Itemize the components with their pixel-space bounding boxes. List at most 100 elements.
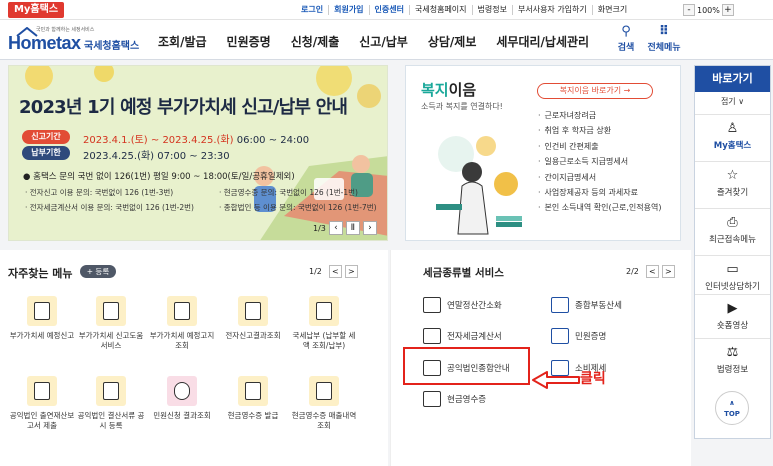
frequent-item[interactable]: 민원신청 결과조회 <box>148 376 216 421</box>
frequent-menu-panel: 자주찾는 메뉴 + 등록 1/2 < > 부가가치세 예정신고 부가가치세 신고… <box>0 250 388 466</box>
frequent-item[interactable]: 현금영수증 발급 <box>219 376 287 421</box>
welfare-item[interactable]: 인건비 간편제출 <box>538 141 661 156</box>
welfare-shortcut-button[interactable]: 복지이음 바로가기 → <box>537 83 653 99</box>
welfare-item[interactable]: 본인 소득내역 확인(근로,인적용역) <box>538 202 662 217</box>
signup-link[interactable]: 회원가입 <box>328 5 368 15</box>
star-icon: ☆ <box>726 168 739 183</box>
frequent-item-label: 부가가치세 예정고지 조회 <box>149 331 215 350</box>
quick-item-video[interactable]: ▶ 숏폼영상 <box>695 294 770 338</box>
tax-item-e-tax-invoice[interactable]: 전자세금계산서 <box>423 328 502 344</box>
quick-item-favorites[interactable]: ☆ 즐겨찾기 <box>695 161 770 207</box>
tax-item-label: 민원증명 <box>575 332 607 342</box>
frequent-item-label: 전자신고결과조회 <box>225 331 281 340</box>
tax-item-label: 전자세금계산서 <box>447 332 502 342</box>
chat-icon: ▭ <box>726 262 739 277</box>
tax-prev-button[interactable]: < <box>645 265 659 278</box>
receipt-icon <box>423 391 441 407</box>
payment-deadline-value: 2023.4.25.(화) 07:00 ~ 23:30 <box>83 151 230 162</box>
tax-item-civil-certificate[interactable]: 민원증명 <box>551 328 606 344</box>
tax-item-comprehensive-real-estate[interactable]: 종합부동산세 <box>551 297 622 313</box>
filing-period-hours: 06:00 ~ 24:00 <box>236 135 310 146</box>
frequent-item[interactable]: 현금영수증 매출내역 조회 <box>290 376 358 431</box>
tax-page: 2/2 <box>626 267 639 276</box>
quick-item-label: 숏폼영상 <box>716 321 749 331</box>
search-icon: ⚲ <box>621 24 631 39</box>
tax-item-year-end-settlement[interactable]: 연말정산간소화 <box>423 297 502 313</box>
quick-fold-button[interactable]: 접기 ∨ <box>695 96 770 107</box>
quick-item-label: My홈택스 <box>713 141 752 151</box>
welfare-item[interactable]: 근로자녀장려금 <box>538 110 661 125</box>
nav-report-pay[interactable]: 신고/납부 <box>359 33 408 50</box>
zoom-in-button[interactable]: + <box>721 4 734 16</box>
login-link[interactable]: 로그인 <box>296 5 328 15</box>
nav-consult-report[interactable]: 상담/제보 <box>428 33 477 50</box>
dept-user-signup-link[interactable]: 부서사용자 가입하기 <box>511 5 592 15</box>
my-hometax-button[interactable]: My홈택스 <box>8 2 64 18</box>
sales-history-icon <box>309 376 339 406</box>
welfare-item[interactable]: 일용근로소득 지급명세서 <box>538 156 661 171</box>
top-label: TOP <box>724 410 740 418</box>
filing-period-dates: 2023.4.1.(토) ~ 2023.4.25.(화) <box>83 135 234 146</box>
quick-item-label: 법령정보 <box>716 365 749 375</box>
frequent-item-label: 민원신청 결과조회 <box>153 411 211 420</box>
welfare-subtitle: 소득과 복지를 연결하다! <box>421 102 503 111</box>
inquiry-sub-1: · 전자신고 이용 문의: 국번없이 126 (1번-3번) <box>25 188 174 197</box>
frequent-item[interactable]: 전자신고결과조회 <box>219 296 287 341</box>
welfare-list: 근로자녀장려금 취업 후 학자금 상환 인건비 간편제출 일용근로소득 지급명세… <box>538 110 662 218</box>
frequent-item[interactable]: 국세납부 (납부할 세액 조회/납부) <box>290 296 358 351</box>
vat-help-icon <box>96 296 126 326</box>
zoom-out-button[interactable]: - <box>683 4 695 16</box>
tax-next-button[interactable]: > <box>661 265 675 278</box>
banner-prev-button[interactable]: ‹ <box>328 221 343 235</box>
frequent-item[interactable]: 부가가치세 신고도움 서비스 <box>77 296 145 351</box>
zoom-control: - 100% + <box>683 3 734 17</box>
tax-item-label: 연말정산간소화 <box>447 301 502 311</box>
frequent-item[interactable]: 부가가치세 예정고지 조회 <box>148 296 216 351</box>
headset-icon <box>167 376 197 406</box>
quick-item-recent[interactable]: ⎙ 최근접속메뉴 <box>695 208 770 254</box>
nav-apply-submit[interactable]: 신청/제출 <box>291 33 340 50</box>
welfare-illustration <box>436 136 522 235</box>
frequent-item-label: 현금영수증 발급 <box>227 411 279 420</box>
banner-next-button[interactable]: › <box>362 221 377 235</box>
global-nav: 조회/발급 민원증명 신청/제출 신고/납부 상담/제보 세무대리/납세관리 <box>158 33 609 50</box>
all-menu-button[interactable]: ⠿ 전체메뉴 <box>644 24 684 53</box>
nav-civil-cert[interactable]: 민원증명 <box>227 33 271 50</box>
quick-item-label: 인터넷상담하기 <box>705 282 760 292</box>
welfare-item[interactable]: 간이지급명세서 <box>538 172 661 187</box>
search-button[interactable]: ⚲ 검색 <box>608 24 644 53</box>
nav-inquiry-issue[interactable]: 조회/발급 <box>158 33 207 50</box>
up-arrow-icon: ∧ <box>729 399 735 407</box>
vat-banner[interactable]: 2023년 1기 예정 부가가치세 신고/납부 안내 신고기간 2023.4.1… <box>8 65 388 241</box>
hometax-logo[interactable]: 국민과 함께하는 세정서비스 Hometax 국세청홈택스 <box>8 26 140 54</box>
banner-controls: 1/3 ‹ Ⅱ › <box>313 221 377 235</box>
welfare-item[interactable]: 취업 후 학자금 상환 <box>538 125 661 140</box>
frequent-item-label: 공익법인 출연재산보고서 제출 <box>9 411 75 430</box>
frequent-next-button[interactable]: > <box>344 265 358 278</box>
frequent-pager: 1/2 < > <box>309 265 358 278</box>
welfare-panel: 복지이음 소득과 복지를 연결하다! 복지이음 바로가기 → 근로자녀장려금 취… <box>405 65 681 241</box>
frequent-item[interactable]: 부가가치세 예정신고 <box>8 296 76 341</box>
quick-item-my-hometax[interactable]: ♙ My홈택스 <box>695 114 770 160</box>
frequent-item[interactable]: 공익법인 출연재산보고서 제출 <box>8 376 76 431</box>
nav-tax-agent[interactable]: 세무대리/납세관리 <box>496 33 589 50</box>
gavel-icon: ⚖ <box>726 345 739 360</box>
logo-text: Hometax <box>8 33 81 53</box>
banner-pause-button[interactable]: Ⅱ <box>345 221 360 235</box>
frequent-prev-button[interactable]: < <box>328 265 342 278</box>
inquiry-sub-2: · 현금영수증 문의: 국번없이 126 (1번-1번) <box>219 188 358 197</box>
tax-pager: 2/2 < > <box>626 265 675 278</box>
frequent-item[interactable]: 공익법인 결산서류 공시 등록 <box>77 376 145 431</box>
welfare-item[interactable]: 사업장제공자 등의 과세자료 <box>538 187 661 202</box>
click-callout: 클릭 <box>580 371 606 387</box>
search-label: 검색 <box>617 43 635 53</box>
cert-center-link[interactable]: 인증센터 <box>368 5 409 15</box>
quick-item-law[interactable]: ⚖ 법령정보 <box>695 338 770 384</box>
screen-size-label: 화면크기 <box>591 5 632 15</box>
nts-home-link[interactable]: 국세청홈페이지 <box>409 5 472 15</box>
logo-korean: 국세청홈택스 <box>84 41 140 52</box>
add-frequent-menu-button[interactable]: + 등록 <box>80 265 116 278</box>
law-info-link[interactable]: 법령정보 <box>471 5 512 15</box>
tax-item-cash-receipt[interactable]: 현금영수증 <box>423 391 486 407</box>
scroll-top-button[interactable]: ∧ TOP <box>715 391 749 425</box>
